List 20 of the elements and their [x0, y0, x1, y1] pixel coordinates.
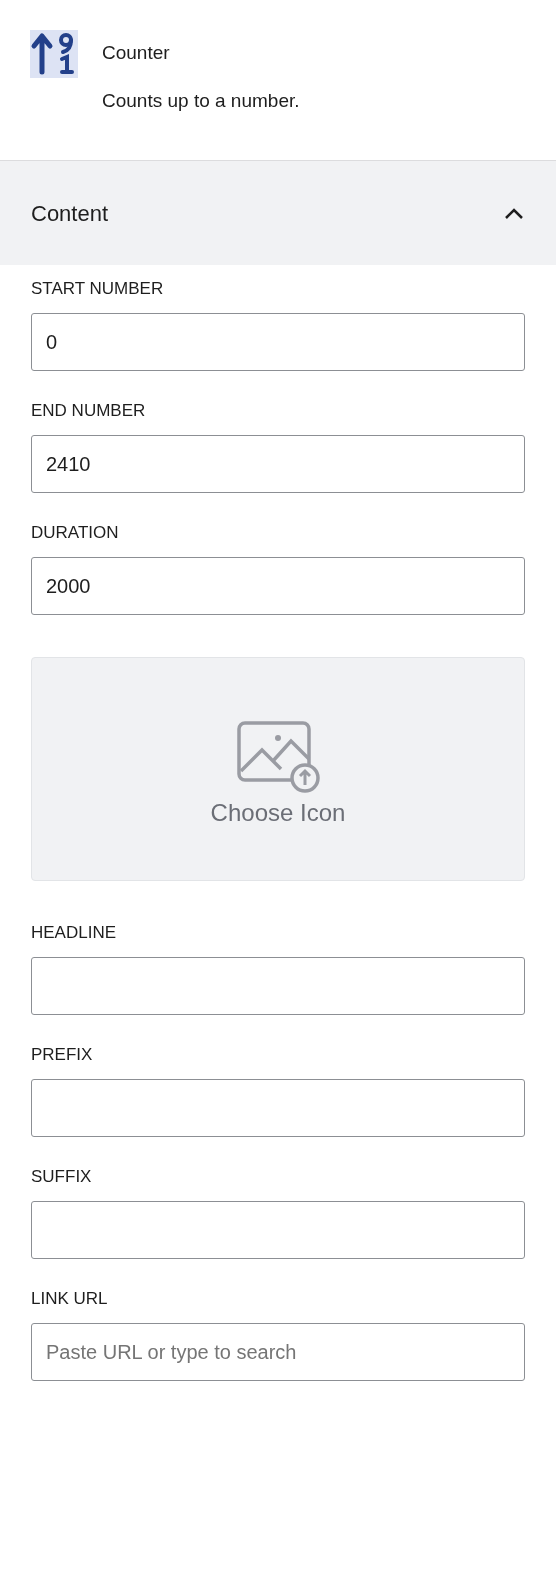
field-label: START NUMBER [31, 279, 165, 299]
choose-icon-button[interactable]: Choose Icon [31, 657, 525, 881]
input-field[interactable] [31, 957, 525, 1015]
input-field[interactable]: 2000 [31, 557, 525, 615]
field-label: LINK URL [31, 1289, 109, 1309]
input-field[interactable]: 0 [31, 313, 525, 371]
field-label: END NUMBER [31, 401, 147, 421]
input-field[interactable]: 2410 [31, 435, 525, 493]
input-field[interactable] [31, 1201, 525, 1259]
block-description: Counts up to a number. [102, 89, 300, 113]
block-title: Counter [102, 41, 171, 65]
image-upload-icon [235, 719, 321, 793]
panel-header[interactable]: Content [0, 161, 556, 265]
field-label: HEADLINE [31, 923, 118, 943]
input-field[interactable] [31, 1079, 525, 1137]
field-label: PREFIX [31, 1045, 94, 1065]
input-field[interactable]: Paste URL or type to search [31, 1323, 525, 1381]
field-label: SUFFIX [31, 1167, 93, 1187]
field-label: DURATION [31, 523, 120, 543]
counter-icon [30, 30, 78, 78]
